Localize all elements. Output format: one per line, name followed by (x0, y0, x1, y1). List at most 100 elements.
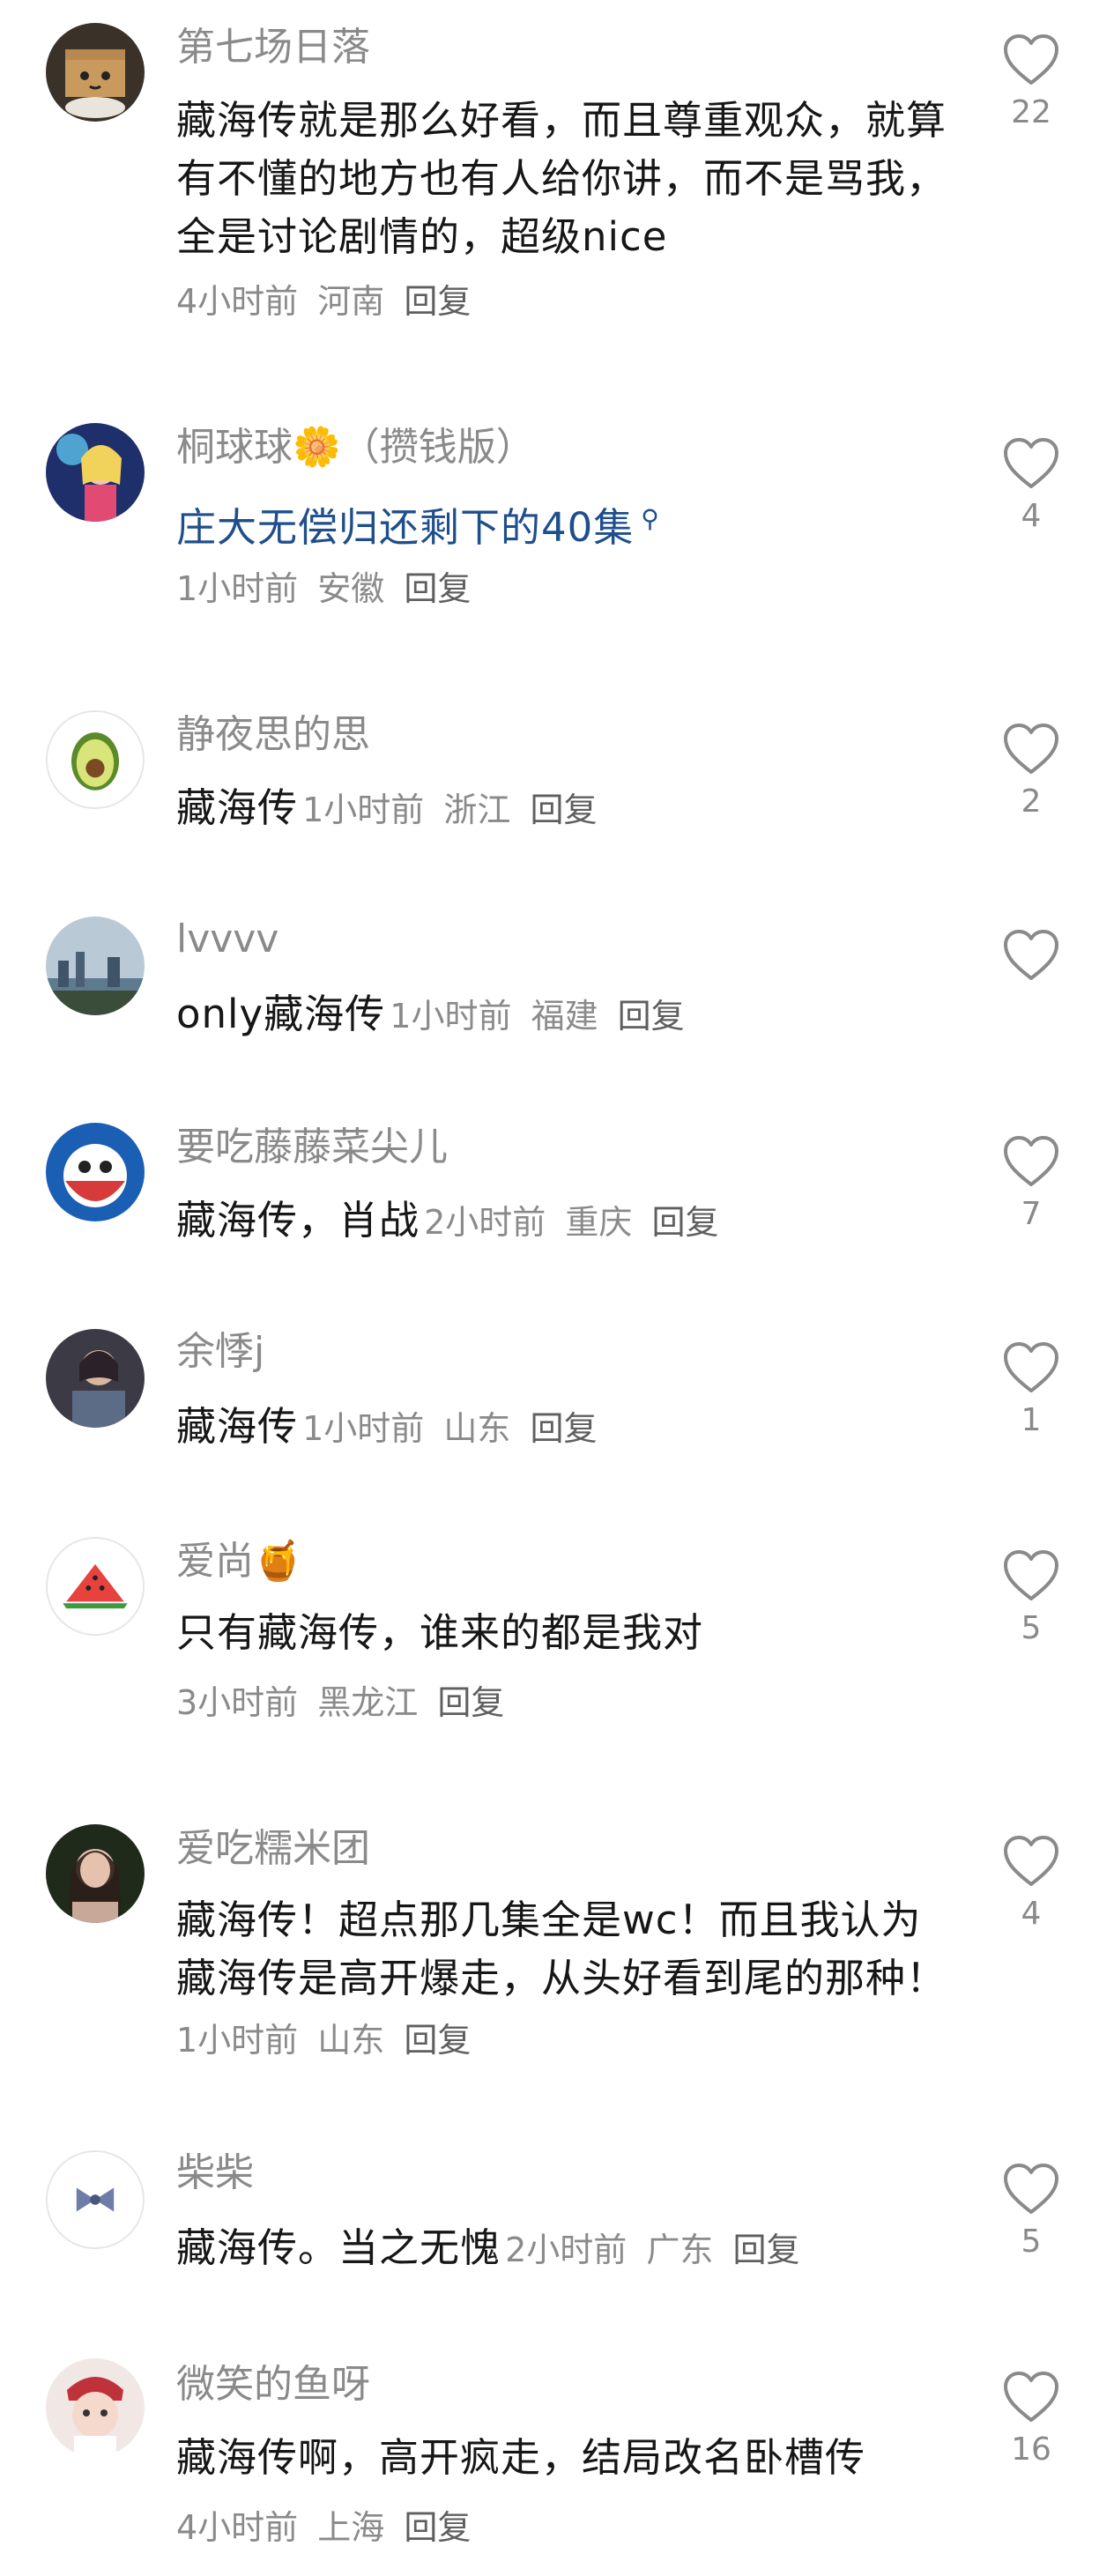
heart-icon (1004, 930, 1058, 980)
like-button[interactable]: 5 (996, 2163, 1066, 2261)
like-count: 4 (1021, 498, 1042, 534)
comment-time: 3小时前 (176, 1683, 299, 1722)
comment-location: 山东 (443, 1409, 511, 1448)
heart-icon (1004, 1136, 1058, 1186)
comment-line: only藏海传 1小时前 福建 回复 (176, 985, 694, 1046)
comment-meta: 3小时前 黑龙江 回复 (176, 1680, 513, 1726)
like-button[interactable]: 1 (996, 1341, 1066, 1440)
comment-location: 河南 (317, 282, 385, 321)
reply-button[interactable]: 回复 (531, 791, 598, 829)
comment-time: 2小时前 (505, 2231, 628, 2269)
portrait-avatar[interactable] (46, 1824, 145, 1923)
city-skyline-avatar[interactable] (46, 917, 145, 1015)
like-count: 1 (1021, 1402, 1042, 1438)
username[interactable]: 微笑的鱼呀 (176, 2362, 370, 2408)
comment-line: 藏海传 1小时前 浙江 回复 (176, 779, 606, 840)
anime-girl-avatar[interactable] (46, 423, 145, 522)
comment-text: 藏海传 (176, 1403, 299, 1450)
like-button[interactable]: 22 (996, 33, 1066, 132)
heart-icon (1004, 34, 1058, 85)
comment-text: 庄大无偿归还剩下的40集 (176, 504, 635, 551)
username[interactable]: 爱尚🍯 (176, 1539, 302, 1585)
username-suffix: （攒钱版） (340, 425, 535, 470)
reply-button[interactable]: 回复 (652, 1203, 719, 1242)
reply-button[interactable]: 回复 (618, 997, 685, 1036)
cartoon-avatar[interactable] (46, 1123, 145, 1221)
cardboard-box-cat-avatar[interactable] (46, 23, 145, 122)
comment-text: 藏海传就是那么好看，而且尊重观众，就算有不懂的地方也有人给你讲，而不是骂我，全是… (176, 97, 947, 260)
like-button[interactable]: 16 (996, 2371, 1066, 2469)
username-text: 爱尚 (176, 1539, 254, 1584)
comment-meta: 1小时前 安徽 回复 (176, 566, 479, 612)
comment-text: 藏海传 (176, 784, 299, 831)
comment-location: 福建 (531, 997, 598, 1036)
comment-location: 上海 (317, 2508, 385, 2547)
like-button[interactable] (996, 929, 1066, 989)
reply-button[interactable]: 回复 (404, 2508, 471, 2547)
reply-button[interactable]: 回复 (531, 1409, 598, 1448)
like-count: 7 (1021, 1196, 1042, 1232)
username[interactable]: 要吃藤藤菜尖儿 (176, 1125, 448, 1170)
username[interactable]: 第七场日落 (176, 25, 370, 71)
comment-meta: 1小时前 福建 回复 (390, 997, 693, 1036)
like-button[interactable]: 4 (996, 437, 1066, 536)
username[interactable]: 爱吃糯米团 (176, 1826, 370, 1872)
reply-button[interactable]: 回复 (733, 2231, 800, 2269)
comment-meta: 2小时前 广东 回复 (505, 2231, 808, 2269)
username[interactable]: 静夜思的思 (176, 712, 370, 758)
comment-meta: 1小时前 山东 回复 (176, 2021, 479, 2060)
heart-icon (1004, 2164, 1058, 2214)
heart-icon (1004, 1836, 1058, 1886)
comment-meta: 1小时前 山东 回复 (302, 1409, 605, 1448)
avocado-avatar[interactable] (46, 710, 145, 809)
comment-location: 广东 (646, 2231, 714, 2269)
reply-button[interactable]: 回复 (404, 2021, 471, 2060)
reply-button[interactable]: 回复 (437, 1683, 504, 1722)
username[interactable]: 柴柴 (176, 2150, 254, 2196)
username[interactable]: 余悸j (176, 1329, 264, 1375)
heart-icon (1004, 1342, 1058, 1392)
like-count: 5 (1021, 1610, 1042, 1646)
comment-location: 安徽 (317, 569, 385, 608)
comment-time: 1小时前 (176, 569, 299, 608)
comment-line: 藏海传 1小时前 山东 回复 (176, 1398, 606, 1459)
comment-time: 4小时前 (176, 2508, 299, 2547)
like-count: 2 (1021, 783, 1042, 820)
comment-line: 藏海传。当之无愧 2小时前 广东 回复 (176, 2219, 809, 2280)
username[interactable]: lvvvv (176, 917, 278, 962)
like-count: 22 (1011, 94, 1051, 130)
like-button[interactable]: 4 (996, 1835, 1066, 1934)
comment-time: 1小时前 (302, 791, 425, 829)
comment-text: 藏海传，肖战 (176, 1197, 420, 1243)
like-button[interactable]: 5 (996, 1549, 1066, 1648)
comment-time: 1小时前 (302, 1409, 425, 1448)
comment-meta: 1小时前 浙江 回复 (302, 791, 605, 829)
comment-location: 山东 (317, 2021, 385, 2060)
comment-line: 藏海传，肖战 2小时前 重庆 回复 (176, 1191, 728, 1252)
comment-time: 4小时前 (176, 282, 299, 321)
like-count: 16 (1011, 2431, 1051, 2468)
flower-emoji: 🌼 (293, 425, 341, 470)
heart-icon (1004, 724, 1058, 774)
username[interactable]: 桐球球🌼（攒钱版） (176, 425, 535, 471)
comment-body: 藏海传！超点那几集全是wc！而且我认为藏海传是高开爆走，从头好看到尾的那种！ 1… (176, 1891, 952, 2069)
like-button[interactable]: 7 (996, 1135, 1066, 1234)
like-button[interactable]: 2 (996, 723, 1066, 821)
bow-avatar[interactable] (46, 2150, 145, 2249)
heart-icon (1004, 1550, 1058, 1600)
comment-location: 黑龙江 (317, 1683, 419, 1722)
comment-text-link[interactable]: 庄大无偿归还剩下的40集 ⚲ (176, 490, 952, 557)
comment-meta: 4小时前 上海 回复 (176, 2505, 479, 2550)
photo-avatar[interactable] (46, 1329, 145, 1428)
reply-button[interactable]: 回复 (404, 569, 471, 608)
comment-text: 藏海传。当之无愧 (176, 2224, 501, 2271)
username-text: 桐球球 (176, 425, 293, 470)
comment-time: 1小时前 (176, 2021, 299, 2060)
comment-text: 藏海传啊，高开疯走，结局改名卧槽传 (176, 2434, 866, 2481)
comment-meta: 4小时前 河南 回复 (176, 278, 479, 324)
comment-meta: 2小时前 重庆 回复 (424, 1203, 727, 1242)
watermelon-avatar[interactable] (46, 1537, 145, 1636)
doll-avatar[interactable] (46, 2358, 145, 2457)
comment-text: 只有藏海传，谁来的都是我对 (176, 1609, 704, 1656)
reply-button[interactable]: 回复 (404, 282, 471, 321)
